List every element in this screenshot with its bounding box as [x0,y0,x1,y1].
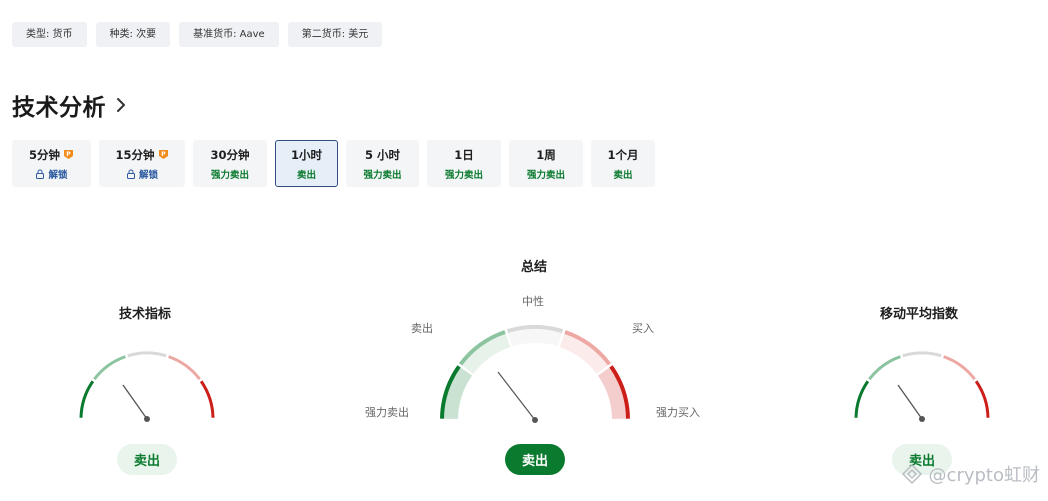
tab-1day[interactable]: 1日 强力卖出 [427,140,501,187]
watermark: @crypto虹财 [901,461,1040,487]
tab-signal: 卖出 [613,169,633,181]
moving-averages-gauge [854,351,990,422]
gauge-pivot [532,417,538,423]
unlock-link[interactable]: 解锁 [139,167,158,181]
summary-gauge-title: 总结 [521,260,548,275]
tab-5min[interactable]: 5分钟 P 解锁 [12,140,91,187]
timeframe-tabs: 5分钟 P 解锁 15分钟 P 解锁 30分钟 强力卖出 1小时 卖出 5 小时… [12,140,655,187]
gauge-segment-sell [93,355,126,381]
gauge-band-buy [559,333,608,375]
tag-type: 类型: 货币 [12,22,87,47]
gauge-needle [122,384,148,420]
svg-text:P: P [161,151,166,158]
gauge-segment-strong-sell [79,380,95,418]
summary-gauge [440,325,630,423]
moving-averages-gauge-title: 移动平均指数 [880,307,959,322]
tab-signal: 强力卖出 [526,169,565,181]
tab-label: 30分钟 [210,147,250,162]
gauge-segment-strong-buy [199,380,215,418]
gauge-needle [497,371,536,421]
watermark-text: @crypto虹财 [928,465,1040,486]
lock-icon [126,169,135,179]
gauge-needle [897,384,923,420]
indicators-gauge-title: 技术指标 [119,307,172,322]
tag-second-currency: 第二货币: 美元 [287,22,383,47]
unlock-link[interactable]: 解锁 [48,167,67,181]
tab-30min[interactable]: 30分钟 强力卖出 [193,140,267,187]
tag-category: 种类: 次要 [95,22,171,47]
indicators-gauge [79,351,215,422]
tab-label: 1小时 [290,147,322,162]
tab-15min[interactable]: 15分钟 P 解锁 [99,140,185,187]
tab-1month[interactable]: 1个月 卖出 [591,140,655,187]
tab-label: 5分钟 [28,147,60,162]
page-title: 技术分析 [12,95,106,121]
tab-signal: 卖出 [296,169,316,181]
chevron-right-icon [117,98,125,112]
svg-text:P: P [66,151,71,158]
label-strong-sell: 强力卖出 [365,406,409,419]
label-strong-buy: 强力买入 [656,406,700,419]
tab-signal: 强力卖出 [444,169,483,181]
gauge-segment-neutral [902,351,942,358]
gauge-segment-strong-buy [974,380,990,418]
label-neutral: 中性 [522,295,544,308]
tab-5hour[interactable]: 5 小时 强力卖出 [346,140,419,187]
tab-1week[interactable]: 1周 强力卖出 [509,140,583,187]
tab-label: 1日 [454,147,474,162]
gauge-segment-strong-sell [854,380,870,418]
tab-label: 1周 [536,147,556,162]
gauge-band-sell [462,333,511,375]
gauge-segment-neutral [127,351,167,358]
summary-result-badge: 卖出 [505,444,565,475]
gauge-pivot [144,416,150,422]
tab-label: 5 小时 [364,147,400,162]
tab-signal: 强力卖出 [210,169,249,181]
tab-label: 15分钟 [115,147,155,162]
lock-icon [36,169,45,179]
gauge-segment-buy [168,355,201,381]
gauge-pivot [919,416,925,422]
instrument-tags: 类型: 货币 种类: 次要 基准货币: Aave 第二货币: 美元 [12,22,383,47]
gauge-band-neutral [508,329,562,347]
pro-badge-icon: P [158,150,168,159]
tag-base-currency: 基准货币: Aave [179,22,279,47]
indicators-result-badge: 卖出 [117,444,177,475]
tab-1hour[interactable]: 1小时 卖出 [275,140,338,187]
technical-analysis-header[interactable]: 技术分析 [12,88,130,122]
tab-label: 1个月 [607,147,639,162]
gauge-segment-sell [868,355,901,381]
pro-badge-icon: P [64,150,73,159]
tab-signal: 强力卖出 [363,169,402,181]
logo-icon [901,463,922,485]
gauge-segment-buy [943,355,976,381]
